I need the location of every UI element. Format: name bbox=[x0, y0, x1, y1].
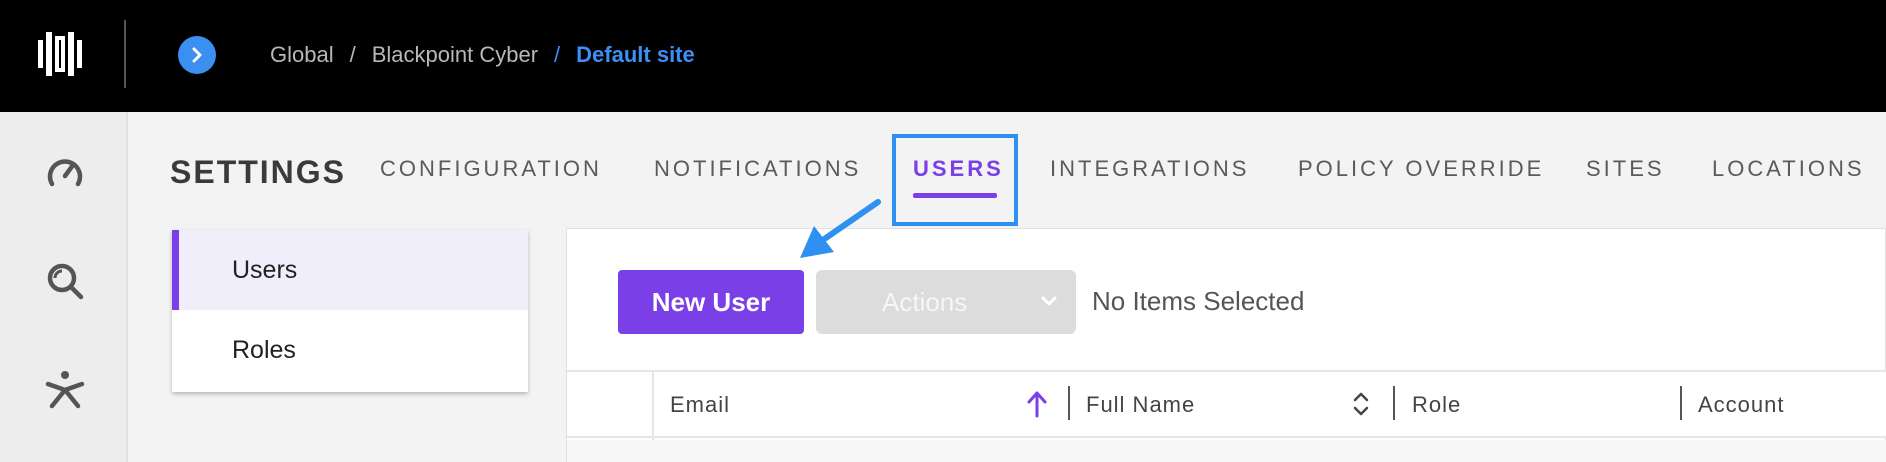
column-header-email[interactable]: Email bbox=[670, 392, 730, 418]
tab-policy-override[interactable]: POLICY OVERRIDE bbox=[1298, 156, 1544, 182]
column-header-full-name[interactable]: Full Name bbox=[1086, 392, 1195, 418]
asterisk-person-icon[interactable] bbox=[44, 368, 86, 410]
column-header-role[interactable]: Role bbox=[1412, 392, 1461, 418]
header-divider bbox=[124, 20, 126, 88]
column-divider[interactable] bbox=[1068, 386, 1070, 420]
table-body bbox=[567, 440, 1886, 462]
subnav-item-label: Users bbox=[232, 255, 298, 284]
brand-logo-icon[interactable] bbox=[38, 30, 82, 78]
sort-icon[interactable] bbox=[1352, 390, 1370, 418]
settings-subnav: Users Roles bbox=[172, 230, 528, 392]
actions-dropdown-label: Actions bbox=[882, 286, 968, 317]
subnav-item-roles[interactable]: Roles bbox=[172, 310, 528, 390]
new-user-button[interactable]: New User bbox=[618, 270, 804, 334]
search-icon[interactable] bbox=[44, 260, 86, 302]
tab-sites[interactable]: SITES bbox=[1586, 156, 1665, 182]
breadcrumb-global[interactable]: Global bbox=[270, 42, 334, 68]
table-header bbox=[567, 370, 1886, 438]
tab-configuration[interactable]: CONFIGURATION bbox=[380, 156, 602, 182]
annotation-highlight-box bbox=[892, 134, 1018, 226]
selection-status: No Items Selected bbox=[1092, 286, 1305, 316]
tab-notifications[interactable]: NOTIFICATIONS bbox=[654, 156, 861, 182]
tab-locations[interactable]: LOCATIONS bbox=[1712, 156, 1865, 182]
breadcrumb-blackpoint-cyber[interactable]: Blackpoint Cyber bbox=[372, 42, 538, 68]
chevron-down-icon bbox=[1041, 296, 1057, 306]
sort-ascending-icon[interactable] bbox=[1026, 390, 1048, 418]
chevron-right-icon bbox=[192, 47, 202, 63]
top-bar: Global / Blackpoint Cyber / Default site bbox=[0, 0, 1886, 112]
breadcrumb-default-site[interactable]: Default site bbox=[576, 42, 695, 68]
column-divider[interactable] bbox=[1680, 386, 1682, 420]
subnav-item-users[interactable]: Users bbox=[172, 230, 528, 310]
column-divider[interactable] bbox=[1393, 386, 1395, 420]
annotation-arrow-icon bbox=[800, 199, 881, 258]
breadcrumb-separator: / bbox=[349, 42, 356, 67]
actions-dropdown[interactable]: Actions bbox=[816, 270, 1076, 334]
page-title: SETTINGS bbox=[170, 154, 347, 190]
expand-sidebar-button[interactable] bbox=[178, 36, 216, 74]
column-header-account[interactable]: Account bbox=[1698, 392, 1785, 418]
tab-integrations[interactable]: INTEGRATIONS bbox=[1050, 156, 1249, 182]
left-nav-rail bbox=[0, 112, 128, 462]
subnav-item-label: Roles bbox=[232, 335, 296, 364]
gauge-icon[interactable] bbox=[44, 152, 86, 194]
breadcrumb: Global / Blackpoint Cyber / Default site bbox=[270, 42, 695, 68]
breadcrumb-separator: / bbox=[554, 42, 561, 67]
